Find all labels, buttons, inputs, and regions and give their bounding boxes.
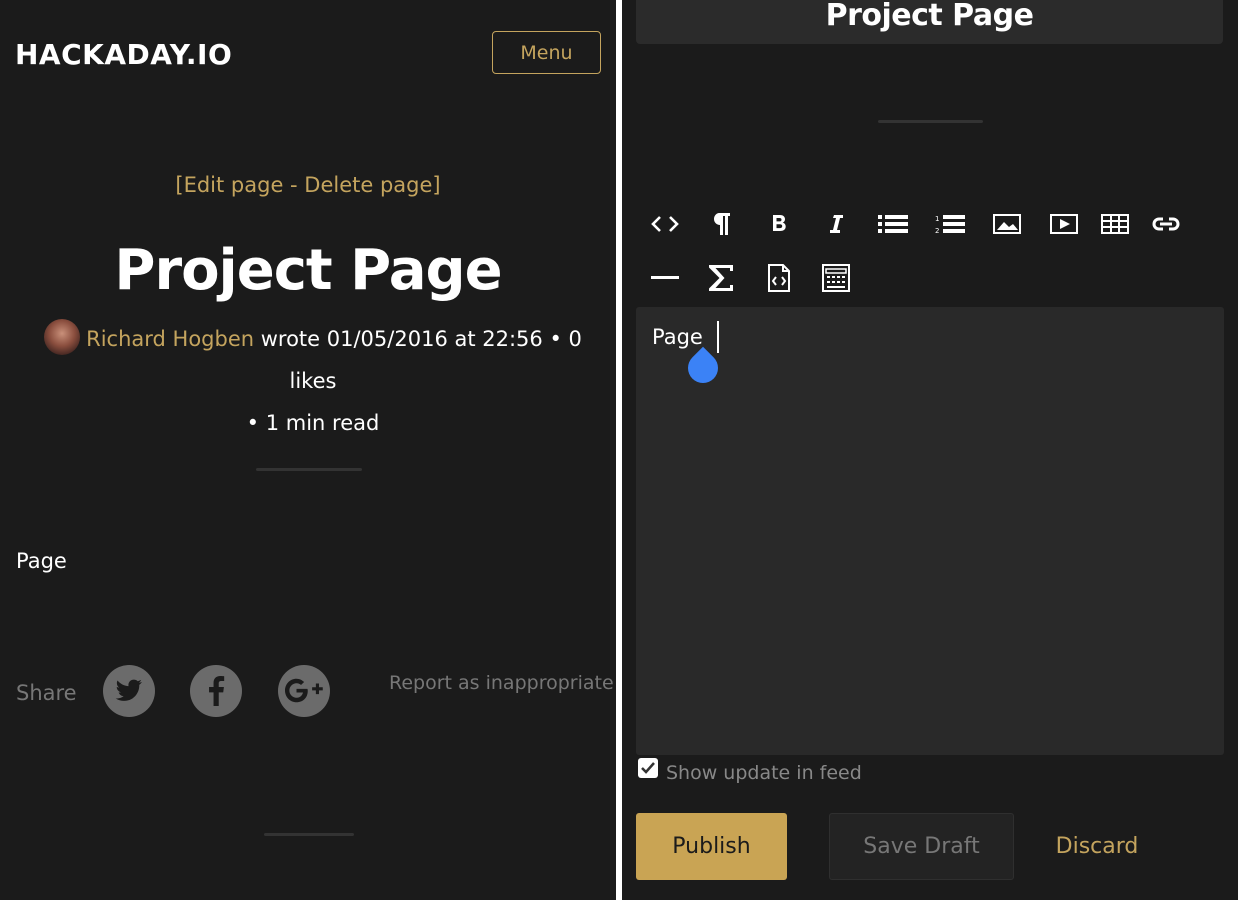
twitter-icon[interactable] <box>103 665 155 717</box>
facebook-icon[interactable] <box>190 665 242 717</box>
divider-rule <box>256 468 362 471</box>
page-meta: Richard Hogben wrote 01/05/2016 at 22:56… <box>18 318 608 444</box>
table-icon[interactable] <box>1098 207 1132 241</box>
avatar[interactable] <box>44 319 81 355</box>
delete-page-link[interactable]: Delete page] <box>304 173 440 197</box>
edit-page-link[interactable]: [Edit page <box>175 173 283 197</box>
code-file-icon[interactable] <box>762 261 796 295</box>
editor-textarea[interactable]: Page <box>636 307 1224 755</box>
report-link[interactable]: Report as inappropriate <box>389 672 614 694</box>
edit-links: [Edit page - Delete page] <box>0 173 616 197</box>
show-update-label: Show update in feed <box>666 762 862 784</box>
meta-date-likes: wrote 01/05/2016 at 22:56 • 0 likes <box>254 327 582 393</box>
bottom-rule <box>264 833 354 836</box>
sigma-icon[interactable] <box>704 261 738 295</box>
edit-panel: Project Page 12 Page Show update in feed… <box>622 0 1238 900</box>
edit-divider-rule <box>878 120 983 123</box>
svg-text:2: 2 <box>935 227 939 234</box>
discard-button[interactable]: Discard <box>1037 813 1157 880</box>
google-plus-icon[interactable] <box>278 665 330 717</box>
bold-icon[interactable] <box>762 207 796 241</box>
edit-links-separator: - <box>283 173 305 197</box>
meta-read-time: • 1 min read <box>246 411 380 435</box>
svg-text:1: 1 <box>935 215 939 223</box>
paragraph-icon[interactable] <box>704 207 738 241</box>
numbered-list-icon[interactable]: 12 <box>933 207 967 241</box>
publish-button[interactable]: Publish <box>636 813 787 880</box>
code-icon[interactable] <box>648 207 682 241</box>
cursor-handle[interactable] <box>681 346 725 390</box>
page-title: Project Page <box>114 238 502 303</box>
text-caret <box>717 321 719 353</box>
image-icon[interactable] <box>990 207 1024 241</box>
italic-icon[interactable] <box>819 207 853 241</box>
bulleted-list-icon[interactable] <box>876 207 910 241</box>
link-icon[interactable] <box>1149 207 1183 241</box>
share-label: Share <box>16 681 77 705</box>
page-body: Page <box>16 549 67 573</box>
menu-button[interactable]: Menu <box>492 31 601 74</box>
show-update-checkbox[interactable] <box>638 758 658 778</box>
hackaday-logo[interactable]: HACKADAY.IO <box>15 38 232 71</box>
editor-content[interactable]: Page <box>652 325 703 349</box>
author-link[interactable]: Richard Hogben <box>86 327 254 351</box>
horizontal-rule-icon[interactable] <box>648 261 682 295</box>
edit-header-title: Project Page <box>636 0 1223 44</box>
page-view-panel: HACKADAY.IO Menu [Edit page - Delete pag… <box>0 0 616 900</box>
save-draft-button[interactable]: Save Draft <box>829 813 1014 880</box>
video-icon[interactable] <box>1047 207 1081 241</box>
embed-icon[interactable] <box>819 261 853 295</box>
